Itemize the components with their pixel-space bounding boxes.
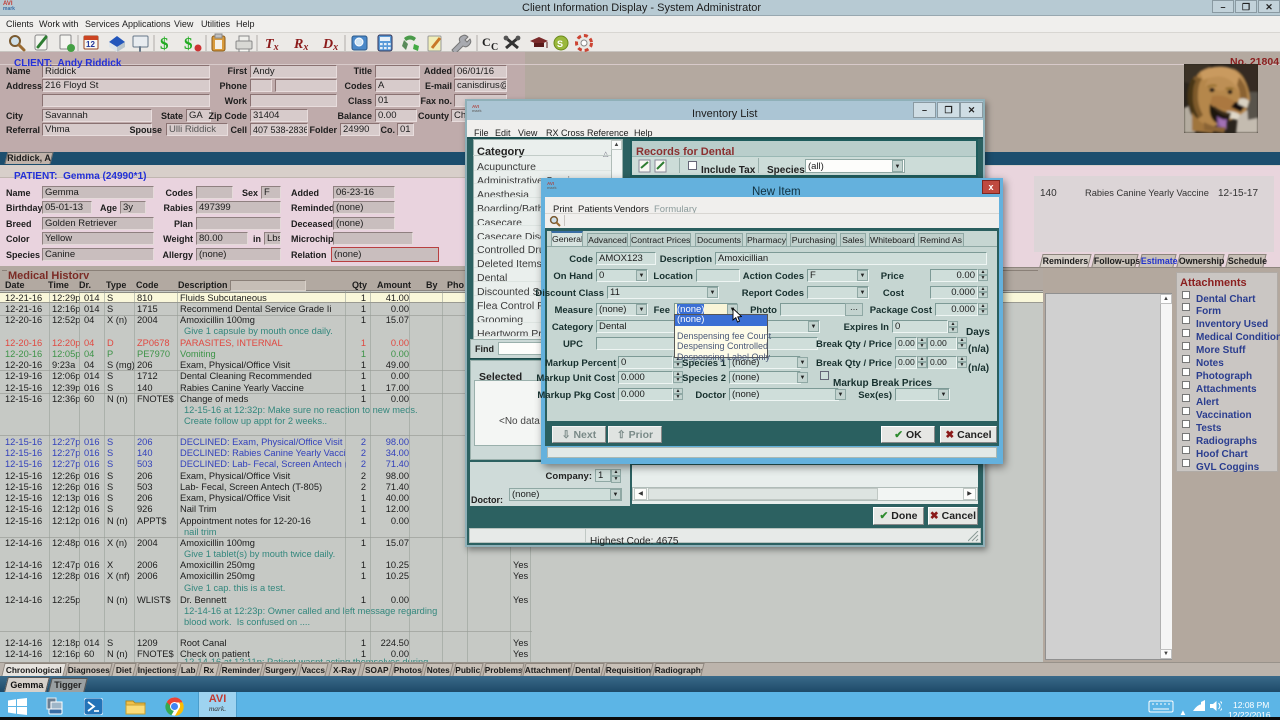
svg-text:Rx: Rx — [293, 37, 308, 53]
svg-text:C: C — [491, 42, 498, 53]
svg-text:12: 12 — [86, 40, 95, 49]
svg-text:C: C — [482, 35, 491, 49]
svg-text:Tx: Tx — [265, 37, 279, 53]
svg-text:$: $ — [160, 34, 169, 53]
svg-text:S: S — [557, 39, 563, 49]
svg-text:$: $ — [184, 34, 193, 53]
svg-text:Dx: Dx — [322, 37, 338, 53]
